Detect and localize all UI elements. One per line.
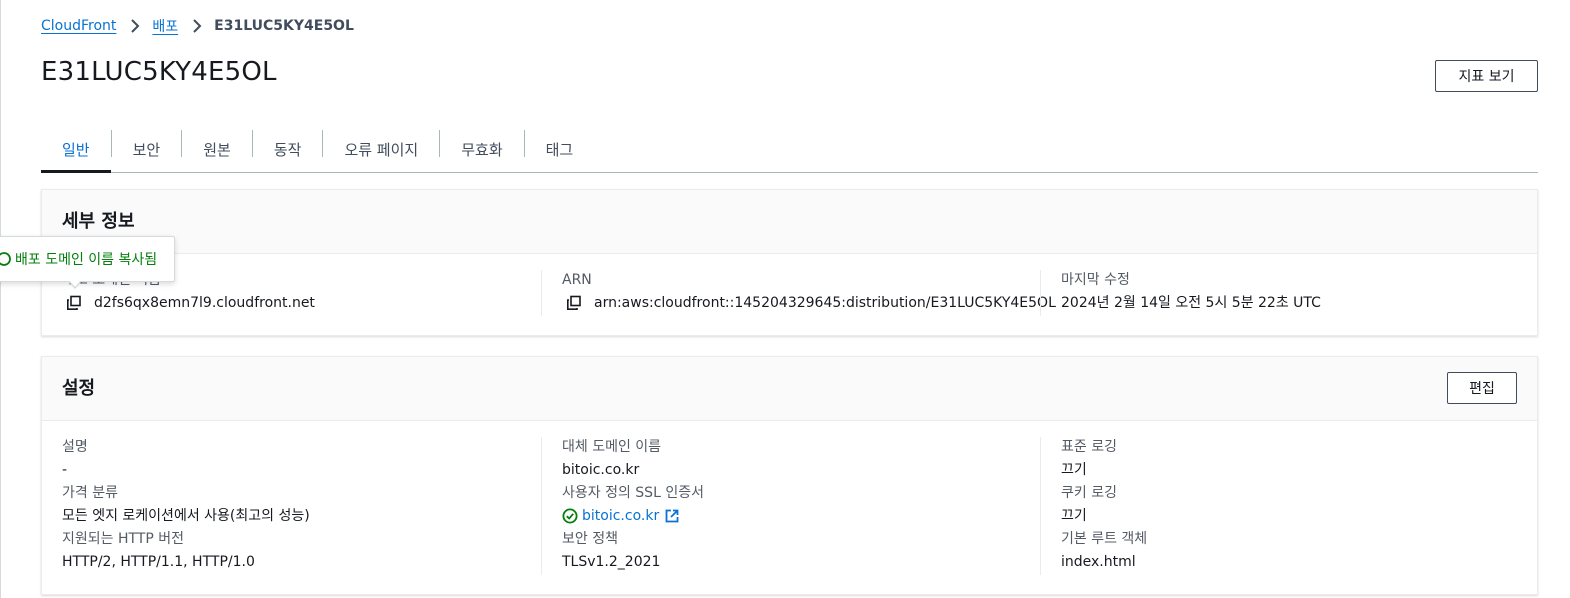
modified-label: 마지막 수정	[1061, 272, 1130, 288]
external-link-icon[interactable]	[665, 509, 679, 523]
details-panel: 세부 정보 배포 도메인 이름 d2fs6qx8emn7l9.cloudfron…	[41, 189, 1538, 336]
tab-security[interactable]: 보안	[112, 126, 182, 172]
description-label: 설명	[62, 439, 88, 455]
details-title: 세부 정보	[62, 211, 135, 232]
column-divider	[1040, 270, 1041, 316]
breadcrumb-current: E31LUC5KY4E5OL	[214, 18, 354, 34]
security-policy-label: 보안 정책	[562, 531, 618, 547]
settings-title: 설정	[62, 378, 96, 399]
price-class-label: 가격 분류	[62, 485, 118, 501]
arn-column: ARN arn:aws:cloudfront::145204329645:dis…	[562, 270, 1062, 316]
ssl-value-row: bitoic.co.kr	[562, 503, 1062, 529]
settings-column-1: 설명 - 가격 분류 모든 엣지 로케이션에서 사용(최고의 성능) 지원되는 …	[62, 437, 562, 575]
breadcrumb-distributions[interactable]: 배포	[152, 16, 178, 36]
page-left-border	[0, 0, 1, 598]
tab-origins[interactable]: 원본	[182, 126, 252, 172]
alt-domain-label: 대체 도메인 이름	[562, 439, 662, 455]
success-check-icon	[0, 252, 11, 266]
column-divider	[541, 270, 542, 316]
copied-popover: 배포 도메인 이름 복사됨	[0, 236, 175, 282]
tab-bar: 일반 보안 원본 동작 오류 페이지 무효화 태그	[41, 126, 1538, 173]
tab-invalidations[interactable]: 무효화	[440, 126, 523, 172]
domain-value-row: d2fs6qx8emn7l9.cloudfront.net	[62, 290, 562, 316]
settings-column-2: 대체 도메인 이름 bitoic.co.kr 사용자 정의 SSL 인증서 bi…	[562, 437, 1062, 575]
tab-error-pages[interactable]: 오류 페이지	[323, 126, 439, 172]
http-version-value: HTTP/2, HTTP/1.1, HTTP/1.0	[62, 554, 255, 570]
column-divider	[1040, 437, 1041, 575]
copied-message: 배포 도메인 이름 복사됨	[15, 252, 158, 268]
http-version-label: 지원되는 HTTP 버전	[62, 531, 185, 547]
security-policy-value: TLSv1.2_2021	[562, 554, 661, 570]
cookie-logging-label: 쿠키 로깅	[1061, 485, 1117, 501]
default-root-object-label: 기본 루트 객체	[1061, 531, 1148, 547]
standard-logging-value: 끄기	[1061, 462, 1087, 478]
breadcrumb-cloudfront[interactable]: CloudFront	[41, 18, 116, 34]
page-title: E31LUC5KY4E5OL	[41, 57, 277, 87]
details-panel-header: 세부 정보	[42, 190, 1537, 254]
edit-settings-button[interactable]: 편집	[1447, 372, 1517, 404]
arn-value: arn:aws:cloudfront::145204329645:distrib…	[594, 295, 1056, 311]
tab-general[interactable]: 일반	[41, 126, 111, 173]
standard-logging-label: 표준 로깅	[1061, 439, 1117, 455]
domain-value: d2fs6qx8emn7l9.cloudfront.net	[94, 295, 315, 311]
settings-column-3: 표준 로깅 끄기 쿠키 로깅 끄기 기본 루트 객체 index.html	[1061, 437, 1561, 575]
modified-column: 마지막 수정 2024년 2월 14일 오전 5시 5분 22초 UTC	[1061, 270, 1561, 316]
ssl-label: 사용자 정의 SSL 인증서	[562, 485, 704, 501]
price-class-value: 모든 엣지 로케이션에서 사용(최고의 성능)	[62, 508, 310, 524]
ssl-certificate-link[interactable]: bitoic.co.kr	[582, 503, 659, 529]
view-metrics-button[interactable]: 지표 보기	[1435, 60, 1538, 92]
chevron-right-icon	[192, 19, 202, 33]
popover-arrow-fill	[69, 280, 81, 287]
default-root-object-value: index.html	[1061, 554, 1136, 570]
column-divider	[541, 437, 542, 575]
copy-icon[interactable]	[66, 295, 82, 311]
copy-icon[interactable]	[566, 295, 582, 311]
arn-label: ARN	[562, 272, 592, 288]
breadcrumb: CloudFront 배포 E31LUC5KY4E5OL	[41, 16, 354, 36]
tab-behaviors[interactable]: 동작	[253, 126, 323, 172]
alt-domain-value: bitoic.co.kr	[562, 462, 640, 478]
settings-panel: 설정 편집 설명 - 가격 분류 모든 엣지 로케이션에서 사용(최고의 성능)…	[41, 356, 1538, 595]
chevron-right-icon	[130, 19, 140, 33]
settings-panel-header: 설정 편집	[42, 357, 1537, 421]
description-value: -	[62, 462, 68, 478]
tab-tags[interactable]: 태그	[525, 126, 595, 172]
cookie-logging-value: 끄기	[1061, 508, 1087, 524]
arn-value-row: arn:aws:cloudfront::145204329645:distrib…	[562, 290, 1062, 316]
status-check-icon	[562, 508, 578, 524]
modified-value: 2024년 2월 14일 오전 5시 5분 22초 UTC	[1061, 295, 1321, 311]
